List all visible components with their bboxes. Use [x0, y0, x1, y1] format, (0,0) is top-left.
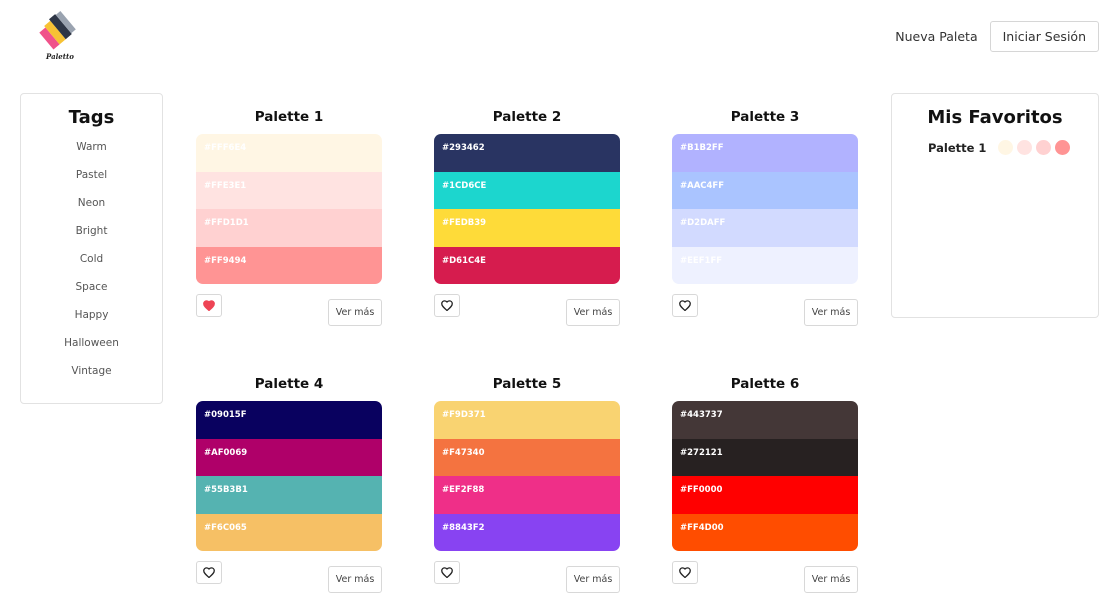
favorite-name[interactable]: Palette 1 [928, 141, 998, 155]
favorite-button[interactable] [672, 294, 698, 317]
palette-actions: Ver más [434, 551, 620, 593]
palette-actions: Ver más [672, 551, 858, 593]
tag-item[interactable]: Neon [21, 189, 162, 217]
favorite-button[interactable] [196, 561, 222, 584]
tag-item[interactable]: Vintage [21, 357, 162, 385]
palette-swatches[interactable]: #FFF6E4 #FFE3E1 #FFD1D1 #FF9494 [196, 134, 382, 284]
tag-item[interactable]: Happy [21, 301, 162, 329]
logo-icon [39, 11, 76, 50]
color-swatch[interactable]: #293462 [434, 134, 620, 172]
color-swatch[interactable]: #FF4D00 [672, 513, 858, 551]
view-more-button[interactable]: Ver más [804, 566, 858, 593]
palette-actions: Ver más [672, 284, 858, 326]
color-swatch[interactable]: #272121 [672, 438, 858, 476]
view-more-button[interactable]: Ver más [804, 299, 858, 326]
color-swatch[interactable]: #D61C4E [434, 246, 620, 284]
view-more-button[interactable]: Ver más [328, 299, 382, 326]
tag-item[interactable]: Warm [21, 133, 162, 161]
palette-swatches[interactable]: #443737 #272121 #FF0000 #FF4D00 [672, 401, 858, 551]
color-swatch[interactable]: #FF9494 [196, 246, 382, 284]
palette-card: Palette 6 #443737 #272121 #FF0000 #FF4D00 Ver… [672, 374, 858, 593]
view-more-button[interactable]: Ver más [566, 566, 620, 593]
heart-filled-icon [203, 300, 215, 311]
tags-title: Tags [68, 107, 115, 128]
palette-swatches[interactable]: #F9D371 #F47340 #EF2F88 #8843F2 [434, 401, 620, 551]
palette-title: Palette 6 [730, 376, 800, 392]
color-swatch[interactable]: #D2DAFF [672, 209, 858, 247]
palette-card: Palette 2 #293462 #1CD6CE #FEDB39 #D61C4E Ver… [434, 107, 620, 326]
new-palette-link[interactable]: Nueva Paleta [895, 29, 977, 44]
tags-panel: Tags Warm Pastel Neon Bright Cold Space Happy H… [20, 93, 163, 404]
color-swatch[interactable]: #FFF6E4 [196, 134, 382, 172]
favorites-list: Palette 1 [892, 140, 1098, 155]
palette-swatches[interactable]: #293462 #1CD6CE #FEDB39 #D61C4E [434, 134, 620, 284]
tags-list: Warm Pastel Neon Bright Cold Space Happy Hallow… [21, 133, 162, 385]
palette-actions: Ver más [434, 284, 620, 326]
color-swatch[interactable]: #F47340 [434, 438, 620, 476]
favorite-button[interactable] [434, 294, 460, 317]
login-button[interactable]: Iniciar Sesión [989, 21, 1099, 52]
color-swatch[interactable]: #443737 [672, 401, 858, 439]
heart-outline-icon [679, 567, 691, 578]
color-swatch[interactable]: #EF2F88 [434, 476, 620, 514]
heart-outline-icon [203, 567, 215, 578]
palette-title: Palette 1 [254, 109, 324, 125]
palette-card: Palette 5 #F9D371 #F47340 #EF2F88 #8843F2 Ver… [434, 374, 620, 593]
favorite-button[interactable] [672, 561, 698, 584]
palette-swatches[interactable]: #09015F #AF0069 #55B3B1 #F6C065 [196, 401, 382, 551]
app-logo[interactable]: Paletto [36, 8, 80, 64]
color-swatch[interactable]: #B1B2FF [672, 134, 858, 172]
tag-item[interactable]: Bright [21, 217, 162, 245]
favorite-color-dots [998, 140, 1070, 155]
palette-title: Palette 3 [730, 109, 800, 125]
heart-outline-icon [441, 567, 453, 578]
heart-outline-icon [441, 300, 453, 311]
palette-card: Palette 4 #09015F #AF0069 #55B3B1 #F6C065 Ver… [196, 374, 382, 593]
color-swatch[interactable]: #55B3B1 [196, 476, 382, 514]
view-more-button[interactable]: Ver más [328, 566, 382, 593]
palette-actions: Ver más [196, 284, 382, 326]
color-swatch[interactable]: #FF0000 [672, 476, 858, 514]
palette-title: Palette 2 [492, 109, 562, 125]
tag-item[interactable]: Halloween [21, 329, 162, 357]
color-dot [998, 140, 1013, 155]
palette-title: Palette 4 [254, 376, 324, 392]
tag-item[interactable]: Space [21, 273, 162, 301]
palette-card: Palette 1 #FFF6E4 #FFE3E1 #FFD1D1 #FF9494 Ver… [196, 107, 382, 326]
top-nav: Nueva Paleta Iniciar Sesión [895, 21, 1099, 52]
palette-card: Palette 3 #B1B2FF #AAC4FF #D2DAFF #EEF1FF Ver… [672, 107, 858, 326]
palette-title: Palette 5 [492, 376, 562, 392]
color-swatch[interactable]: #F6C065 [196, 513, 382, 551]
favorites-title: Mis Favoritos [927, 107, 1063, 128]
view-more-button[interactable]: Ver más [566, 299, 620, 326]
color-swatch[interactable]: #FEDB39 [434, 209, 620, 247]
heart-outline-icon [679, 300, 691, 311]
color-swatch[interactable]: #EEF1FF [672, 246, 858, 284]
color-dot [1017, 140, 1032, 155]
color-swatch[interactable]: #AAC4FF [672, 171, 858, 209]
color-swatch[interactable]: #FFD1D1 [196, 209, 382, 247]
color-dot [1055, 140, 1070, 155]
palette-swatches[interactable]: #B1B2FF #AAC4FF #D2DAFF #EEF1FF [672, 134, 858, 284]
color-swatch[interactable]: #8843F2 [434, 513, 620, 551]
favorite-item[interactable]: Palette 1 [892, 140, 1098, 155]
palette-actions: Ver más [196, 551, 382, 593]
tag-item[interactable]: Cold [21, 245, 162, 273]
logo-wordmark: Paletto [46, 52, 74, 61]
color-swatch[interactable]: #1CD6CE [434, 171, 620, 209]
color-dot [1036, 140, 1051, 155]
favorite-button[interactable] [196, 294, 222, 317]
color-swatch[interactable]: #F9D371 [434, 401, 620, 439]
color-swatch[interactable]: #FFE3E1 [196, 171, 382, 209]
color-swatch[interactable]: #09015F [196, 401, 382, 439]
color-swatch[interactable]: #AF0069 [196, 438, 382, 476]
tag-item[interactable]: Pastel [21, 161, 162, 189]
favorites-panel: Mis Favoritos Palette 1 [891, 93, 1099, 318]
favorite-button[interactable] [434, 561, 460, 584]
